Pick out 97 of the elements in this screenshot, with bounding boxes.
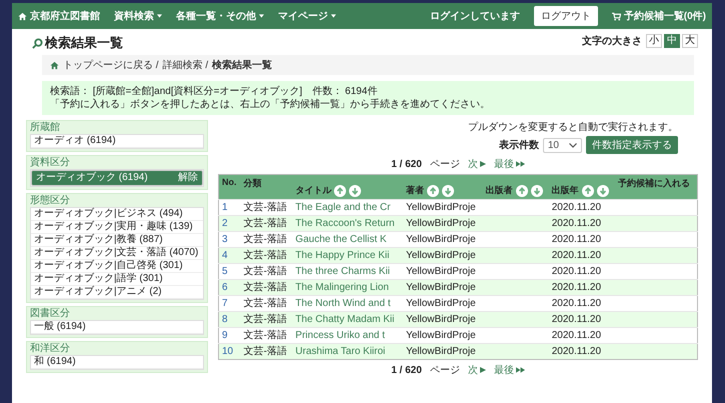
- sort-ascending-icon[interactable]: [582, 184, 594, 196]
- play-icon: [480, 367, 486, 373]
- per-page-label: 表示件数: [498, 138, 539, 152]
- author-cell: YellowBirdProje: [402, 312, 483, 328]
- hint-text: プルダウンを変更すると自動で実行されます。: [468, 120, 678, 134]
- column-header: 出版年: [548, 174, 615, 200]
- column-header: 著者: [402, 174, 483, 200]
- year-cell: 2020.11.20: [548, 248, 615, 264]
- search-query-text: 検索語： [所蔵館=全館]and[資料区分=オーディオブック] 件数： 6194件: [50, 85, 378, 98]
- title-link[interactable]: The Eagle and the Cr: [295, 202, 390, 213]
- breadcrumb-current: 検索結果一覧: [212, 58, 272, 72]
- facet-item[interactable]: オーディオブック|実用・趣味 (139): [31, 221, 203, 234]
- caret-icon: [157, 14, 162, 18]
- breadcrumb-link[interactable]: トップページに戻る /: [63, 58, 159, 72]
- sort-descending-icon[interactable]: [442, 184, 454, 196]
- caret-icon: [331, 14, 336, 18]
- facet-title: 所蔵館: [30, 122, 61, 134]
- sort-descending-icon[interactable]: [530, 184, 543, 196]
- facet-item[interactable]: オーディオブック|アニメ (2): [31, 286, 203, 299]
- column-header: 出版者: [482, 174, 549, 200]
- page-indicator: 1 / 620: [391, 364, 422, 376]
- facet-title: 形態区分: [30, 195, 71, 207]
- apply-button[interactable]: 件数指定表示する: [586, 136, 678, 154]
- facet-item[interactable]: オーディオブック|語学 (301): [31, 273, 203, 286]
- font-size-button[interactable]: 大: [682, 34, 698, 48]
- sort-descending-icon[interactable]: [596, 184, 609, 196]
- facet-item[interactable]: オーディオ (6194): [31, 135, 203, 148]
- category-cell: 文芸-落語: [240, 280, 292, 296]
- facet-item[interactable]: オーディオブック|教養 (887): [31, 234, 203, 247]
- category-cell: 文芸-落語: [240, 312, 292, 328]
- fast-forward-icon: [516, 161, 525, 167]
- facet-item[interactable]: オーディオブック|自己啓発 (301): [31, 260, 203, 273]
- sort-descending-icon[interactable]: [349, 184, 362, 196]
- last-page-link[interactable]: 最後: [494, 363, 525, 377]
- facet-item[interactable]: オーディオブック (6194) 解除: [31, 170, 203, 186]
- facet-item[interactable]: オーディオブック|文芸・落語 (4070): [31, 247, 203, 260]
- column-header: タイトル: [292, 174, 403, 200]
- next-page-link[interactable]: 次: [468, 157, 486, 171]
- year-cell: 2020.11.20: [548, 216, 615, 232]
- page-title: 検索結果一覧: [32, 34, 123, 52]
- login-status: ログインしています: [430, 10, 520, 23]
- play-icon: [480, 161, 486, 167]
- row-number: 6: [218, 280, 241, 296]
- sort-ascending-icon[interactable]: [426, 184, 439, 196]
- column-header: No.: [218, 174, 241, 200]
- category-cell: 文芸-落語: [240, 216, 292, 232]
- author-cell: YellowBirdProje: [402, 280, 483, 296]
- page-unit: ページ: [430, 158, 460, 171]
- caret-icon: [259, 14, 264, 18]
- nav-menu[interactable]: マイページ: [278, 9, 336, 23]
- reservation-list-link[interactable]: 予約候補一覧(0件): [612, 9, 706, 23]
- home-link[interactable]: 京都府立図書館: [18, 9, 100, 23]
- notice-text: 「予約に入れる」ボタンを押したあとは、右上の「予約候補一覧」から手続きを進めてください。: [50, 98, 491, 111]
- facet-title: 図書区分: [30, 308, 71, 320]
- nav-menu[interactable]: 各種一覧・その他: [176, 9, 264, 23]
- page-indicator: 1 / 620: [391, 158, 422, 170]
- author-cell: YellowBirdProje: [402, 248, 483, 264]
- row-number: 4: [218, 248, 241, 264]
- home-icon: [50, 60, 59, 70]
- cart-icon: [612, 12, 621, 20]
- author-cell: YellowBirdProje: [402, 216, 483, 232]
- page-unit: ページ: [430, 364, 460, 377]
- title-link[interactable]: Princess Uriko and t: [295, 330, 385, 341]
- sort-ascending-icon[interactable]: [334, 184, 346, 196]
- year-cell: 2020.11.20: [548, 280, 615, 296]
- facet-title: 資料区分: [30, 157, 71, 169]
- facet-item[interactable]: 和 (6194): [31, 356, 203, 369]
- row-number: 8: [218, 312, 241, 328]
- logout-button[interactable]: ログアウト: [534, 6, 598, 26]
- year-cell: 2020.11.20: [548, 312, 615, 328]
- home-icon: [18, 12, 27, 20]
- title-link[interactable]: Gauche the Cellist K: [295, 234, 387, 245]
- next-page-link[interactable]: 次: [468, 363, 486, 377]
- font-size-label: 文字の大きさ: [582, 34, 642, 48]
- last-page-link[interactable]: 最後: [494, 157, 525, 171]
- column-header: 分類: [240, 174, 292, 200]
- breadcrumb-link[interactable]: 詳細検索 /: [162, 58, 208, 72]
- column-header: 予約候補に入れる: [614, 174, 698, 200]
- font-size-button[interactable]: 中: [664, 34, 680, 48]
- font-size-button[interactable]: 小: [646, 34, 662, 48]
- nav-menu[interactable]: 資料検索: [114, 9, 162, 23]
- chevron-down-icon: [569, 142, 577, 148]
- author-cell: YellowBirdProje: [402, 344, 483, 360]
- row-number: 10: [218, 344, 241, 360]
- fast-forward-icon: [516, 367, 525, 373]
- category-cell: 文芸-落語: [240, 344, 292, 360]
- title-link[interactable]: The North Wind and t: [295, 298, 390, 309]
- category-cell: 文芸-落語: [240, 248, 292, 264]
- facet-item[interactable]: 一般 (6194): [31, 321, 203, 334]
- sort-ascending-icon[interactable]: [516, 184, 528, 196]
- facet-item[interactable]: オーディオブック|ビジネス (494): [31, 208, 203, 221]
- search-icon: [32, 38, 43, 48]
- row-number: 2: [218, 216, 241, 232]
- title-link[interactable]: The three Charms Kii: [295, 266, 390, 277]
- per-page-select[interactable]: 10: [542, 138, 582, 152]
- facet-title: 和洋区分: [30, 343, 71, 355]
- year-cell: 2020.11.20: [548, 344, 615, 360]
